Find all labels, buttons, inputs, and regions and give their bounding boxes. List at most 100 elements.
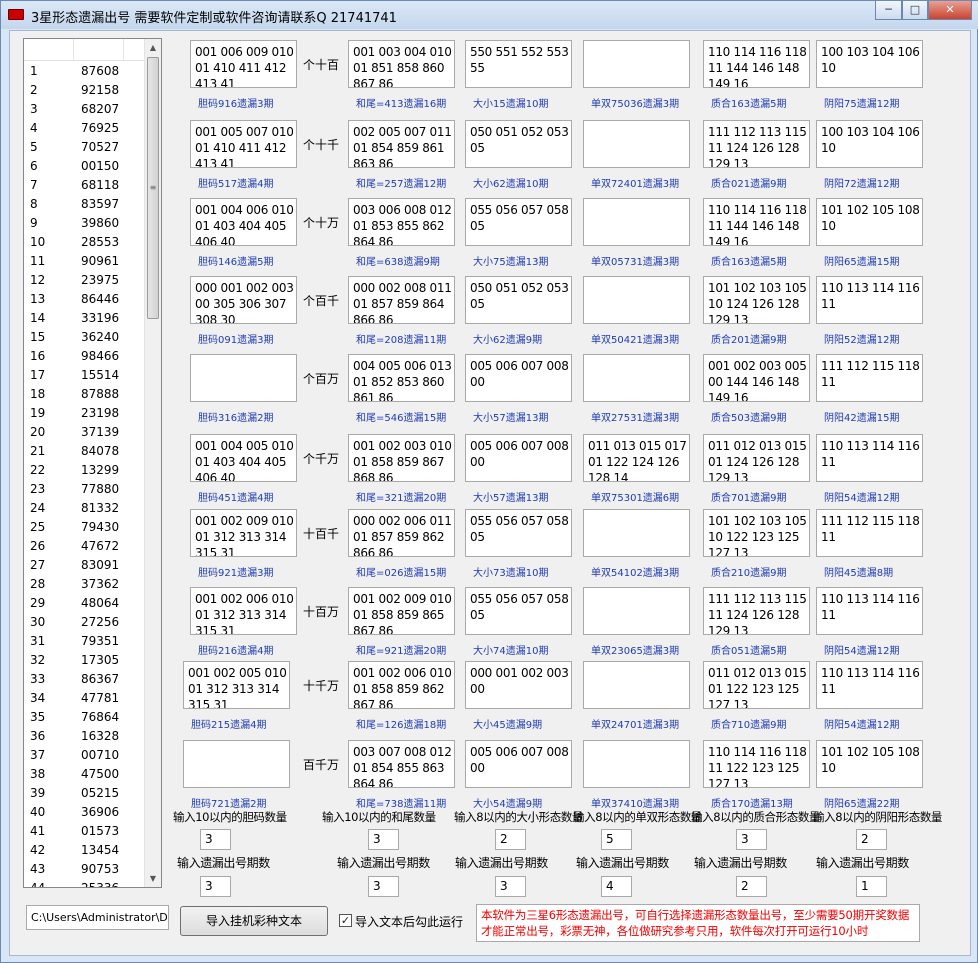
period-input[interactable]: 2 [736, 876, 767, 897]
cell-hewei[interactable]: 003 007 008 012 01 854 855 863 864 86 [348, 740, 455, 788]
maximize-button[interactable]: □ [902, 1, 928, 20]
list-item[interactable]: 24 81332 [24, 499, 146, 518]
scroll-thumb[interactable]: ≡ [147, 57, 159, 319]
period-input[interactable]: 3 [495, 876, 526, 897]
count-input[interactable]: 2 [495, 829, 526, 850]
list-item[interactable]: 44 25336 [24, 879, 146, 887]
cell-zhihe[interactable]: 101 102 103 105 10 122 123 125 127 13 [703, 509, 810, 557]
list-item[interactable]: 23 77880 [24, 480, 146, 499]
list-item[interactable]: 28 37362 [24, 575, 146, 594]
list-item[interactable]: 32 17305 [24, 651, 146, 670]
list-scrollbar[interactable]: ▲ ≡ ▼ [144, 39, 161, 887]
list-item[interactable]: 4 76925 [24, 119, 146, 138]
cell-dan[interactable]: 001 005 007 010 01 410 411 412 413 41 [190, 120, 297, 168]
period-input[interactable]: 3 [368, 876, 399, 897]
file-path-field[interactable]: C:\Users\Administrator\De [26, 905, 169, 930]
list-header-col-index[interactable] [24, 39, 74, 61]
cell-hewei[interactable]: 003 006 008 012 01 853 855 862 864 86 [348, 198, 455, 246]
cell-hewei[interactable]: 001 002 009 010 01 858 859 865 867 86 [348, 587, 455, 635]
list-item[interactable]: 14 33196 [24, 309, 146, 328]
cell-zhihe[interactable]: 110 114 116 118 11 144 146 148 149 16 [703, 198, 810, 246]
list-item[interactable]: 16 98466 [24, 347, 146, 366]
period-input[interactable]: 3 [200, 876, 231, 897]
list-item[interactable]: 42 13454 [24, 841, 146, 860]
cell-danshuang[interactable] [583, 40, 690, 88]
cell-zhihe[interactable]: 110 114 116 118 11 144 146 148 149 16 [703, 40, 810, 88]
cell-daxiao[interactable]: 055 056 057 058 05 [465, 509, 572, 557]
list-item[interactable]: 39 05215 [24, 784, 146, 803]
cell-daxiao[interactable]: 005 006 007 008 00 [465, 434, 572, 482]
cell-danshuang[interactable] [583, 661, 690, 709]
list-item[interactable]: 19 23198 [24, 404, 146, 423]
list-item[interactable]: 18 87888 [24, 385, 146, 404]
cell-daxiao[interactable]: 005 006 007 008 00 [465, 740, 572, 788]
cell-zhihe[interactable]: 001 002 003 005 00 144 146 148 149 16 [703, 354, 810, 402]
cell-zhihe[interactable]: 110 114 116 118 11 122 123 125 127 13 [703, 740, 810, 788]
list-item[interactable]: 22 13299 [24, 461, 146, 480]
cell-yinyang[interactable]: 111 112 115 118 11 [816, 509, 923, 557]
cell-zhihe[interactable]: 101 102 103 105 10 124 126 128 129 13 [703, 276, 810, 324]
list-item[interactable]: 12 23975 [24, 271, 146, 290]
cell-yinyang[interactable]: 110 113 114 116 11 [816, 276, 923, 324]
list-item[interactable]: 36 16328 [24, 727, 146, 746]
cell-yinyang[interactable]: 110 113 114 116 11 [816, 434, 923, 482]
cell-yinyang[interactable]: 100 103 104 106 10 [816, 40, 923, 88]
cell-yinyang[interactable]: 101 102 105 108 10 [816, 740, 923, 788]
list-item[interactable]: 33 86367 [24, 670, 146, 689]
list-item[interactable]: 7 68118 [24, 176, 146, 195]
list-item[interactable]: 43 90753 [24, 860, 146, 879]
list-item[interactable]: 13 86446 [24, 290, 146, 309]
cell-daxiao[interactable]: 055 056 057 058 05 [465, 198, 572, 246]
list-item[interactable]: 25 79430 [24, 518, 146, 537]
list-item[interactable]: 41 01573 [24, 822, 146, 841]
cell-daxiao[interactable]: 000 001 002 003 00 [465, 661, 572, 709]
list-item[interactable]: 34 47781 [24, 689, 146, 708]
cell-danshuang[interactable] [583, 587, 690, 635]
list-item[interactable]: 38 47500 [24, 765, 146, 784]
list-item[interactable]: 29 48064 [24, 594, 146, 613]
cell-yinyang[interactable]: 110 113 114 116 11 [816, 661, 923, 709]
cell-hewei[interactable]: 001 002 006 010 01 858 859 862 867 86 [348, 661, 455, 709]
cell-hewei[interactable]: 002 005 007 011 01 854 859 861 863 86 [348, 120, 455, 168]
cell-danshuang[interactable] [583, 354, 690, 402]
list-item[interactable]: 10 28553 [24, 233, 146, 252]
list-item[interactable]: 30 27256 [24, 613, 146, 632]
cell-yinyang[interactable]: 101 102 105 108 10 [816, 198, 923, 246]
cell-danshuang[interactable] [583, 198, 690, 246]
list-item[interactable]: 31 79351 [24, 632, 146, 651]
cell-zhihe[interactable]: 011 012 013 015 01 124 126 128 129 13 [703, 434, 810, 482]
cell-daxiao[interactable]: 050 051 052 053 05 [465, 120, 572, 168]
list-item[interactable]: 27 83091 [24, 556, 146, 575]
list-header-col-number[interactable] [74, 39, 124, 61]
cell-dan[interactable]: 000 001 002 003 00 305 306 307 308 30 [190, 276, 297, 324]
list-item[interactable]: 35 76864 [24, 708, 146, 727]
close-button[interactable]: ✕ [928, 1, 972, 20]
list-item[interactable]: 9 39860 [24, 214, 146, 233]
count-input[interactable]: 5 [601, 829, 632, 850]
list-item[interactable]: 6 00150 [24, 157, 146, 176]
cell-dan[interactable]: 001 002 006 010 01 312 313 314 315 31 [190, 587, 297, 635]
cell-danshuang[interactable] [583, 120, 690, 168]
count-input[interactable]: 3 [736, 829, 767, 850]
list-item[interactable]: 40 36906 [24, 803, 146, 822]
list-item[interactable]: 37 00710 [24, 746, 146, 765]
cell-zhihe[interactable]: 111 112 113 115 11 124 126 128 129 13 [703, 587, 810, 635]
period-input[interactable]: 1 [856, 876, 887, 897]
cell-hewei[interactable]: 001 002 003 010 01 858 859 867 868 86 [348, 434, 455, 482]
cell-hewei[interactable]: 001 003 004 010 01 851 858 860 867 86 [348, 40, 455, 88]
list-item[interactable]: 15 36240 [24, 328, 146, 347]
count-input[interactable]: 3 [200, 829, 231, 850]
cell-danshuang[interactable] [583, 276, 690, 324]
list-item[interactable]: 26 47672 [24, 537, 146, 556]
cell-danshuang[interactable] [583, 509, 690, 557]
list-item[interactable]: 3 68207 [24, 100, 146, 119]
list-item[interactable]: 2 92158 [24, 81, 146, 100]
count-input[interactable]: 2 [856, 829, 887, 850]
scroll-down-icon[interactable]: ▼ [145, 870, 161, 887]
cell-dan[interactable]: 001 004 005 010 01 403 404 405 406 40 [190, 434, 297, 482]
cell-dan[interactable] [190, 354, 297, 402]
cell-hewei[interactable]: 000 002 008 011 01 857 859 864 866 86 [348, 276, 455, 324]
results-list[interactable]: 1 87608 2 92158 3 68207 4 76925 5 70527 6 00150 7 681… [23, 38, 162, 888]
list-item[interactable]: 8 83597 [24, 195, 146, 214]
cell-yinyang[interactable]: 100 103 104 106 10 [816, 120, 923, 168]
